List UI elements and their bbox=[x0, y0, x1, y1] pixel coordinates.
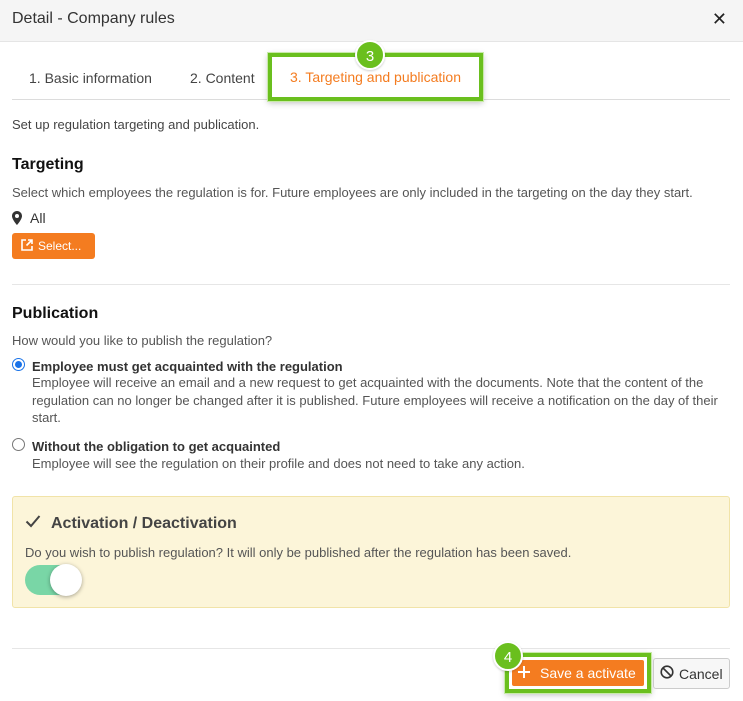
option-must-get-acquainted-label[interactable]: Employee must get acquainted with the re… bbox=[32, 359, 343, 374]
activation-description: Do you wish to publish regulation? It wi… bbox=[25, 545, 572, 560]
activation-title: Activation / Deactivation bbox=[51, 515, 237, 532]
cancel-button[interactable]: Cancel bbox=[653, 658, 730, 689]
step-callout-4: 4 bbox=[493, 641, 523, 671]
radio-without-obligation[interactable] bbox=[12, 438, 25, 451]
tab-basic-information[interactable]: 1. Basic information bbox=[29, 58, 152, 99]
checkmark-icon bbox=[25, 514, 41, 533]
option-without-obligation-description: Employee will see the regulation on thei… bbox=[32, 456, 525, 471]
save-button-body: Save a activate bbox=[512, 660, 644, 686]
plus-icon bbox=[518, 665, 530, 681]
external-link-icon bbox=[21, 238, 33, 254]
activation-toggle[interactable] bbox=[25, 564, 82, 596]
dialog-title: Detail - Company rules bbox=[12, 10, 175, 27]
section-divider bbox=[12, 284, 730, 285]
tab-content[interactable]: 2. Content bbox=[190, 58, 255, 99]
ban-icon bbox=[660, 665, 674, 682]
option-without-obligation-label[interactable]: Without the obligation to get acquainted bbox=[32, 439, 280, 454]
select-employees-button[interactable]: Select... bbox=[12, 233, 95, 259]
save-and-activate-button[interactable]: Save a activate bbox=[505, 653, 651, 693]
select-button-label: Select... bbox=[38, 239, 82, 253]
toggle-knob bbox=[50, 564, 82, 596]
publication-question: How would you like to publish the regula… bbox=[12, 333, 273, 348]
publication-heading: Publication bbox=[12, 305, 99, 322]
targeting-selection: All bbox=[12, 210, 46, 226]
targeting-heading: Targeting bbox=[12, 156, 84, 173]
step-callout-3: 3 bbox=[355, 40, 385, 70]
map-pin-icon bbox=[12, 211, 22, 225]
dialog-header: Detail - Company rules ✕ bbox=[0, 0, 743, 42]
save-button-label: Save a activate bbox=[540, 665, 636, 681]
cancel-button-label: Cancel bbox=[679, 665, 723, 682]
targeting-selected-value: All bbox=[30, 210, 46, 226]
footer-divider bbox=[12, 648, 730, 649]
close-icon[interactable]: ✕ bbox=[712, 9, 727, 29]
activation-panel: Activation / Deactivation Do you wish to… bbox=[12, 496, 730, 608]
intro-text: Set up regulation targeting and publicat… bbox=[12, 117, 260, 132]
targeting-description: Select which employees the regulation is… bbox=[12, 185, 693, 200]
option-must-get-acquainted-description: Employee will receive an email and a new… bbox=[32, 375, 718, 425]
radio-must-get-acquainted[interactable] bbox=[12, 358, 25, 371]
